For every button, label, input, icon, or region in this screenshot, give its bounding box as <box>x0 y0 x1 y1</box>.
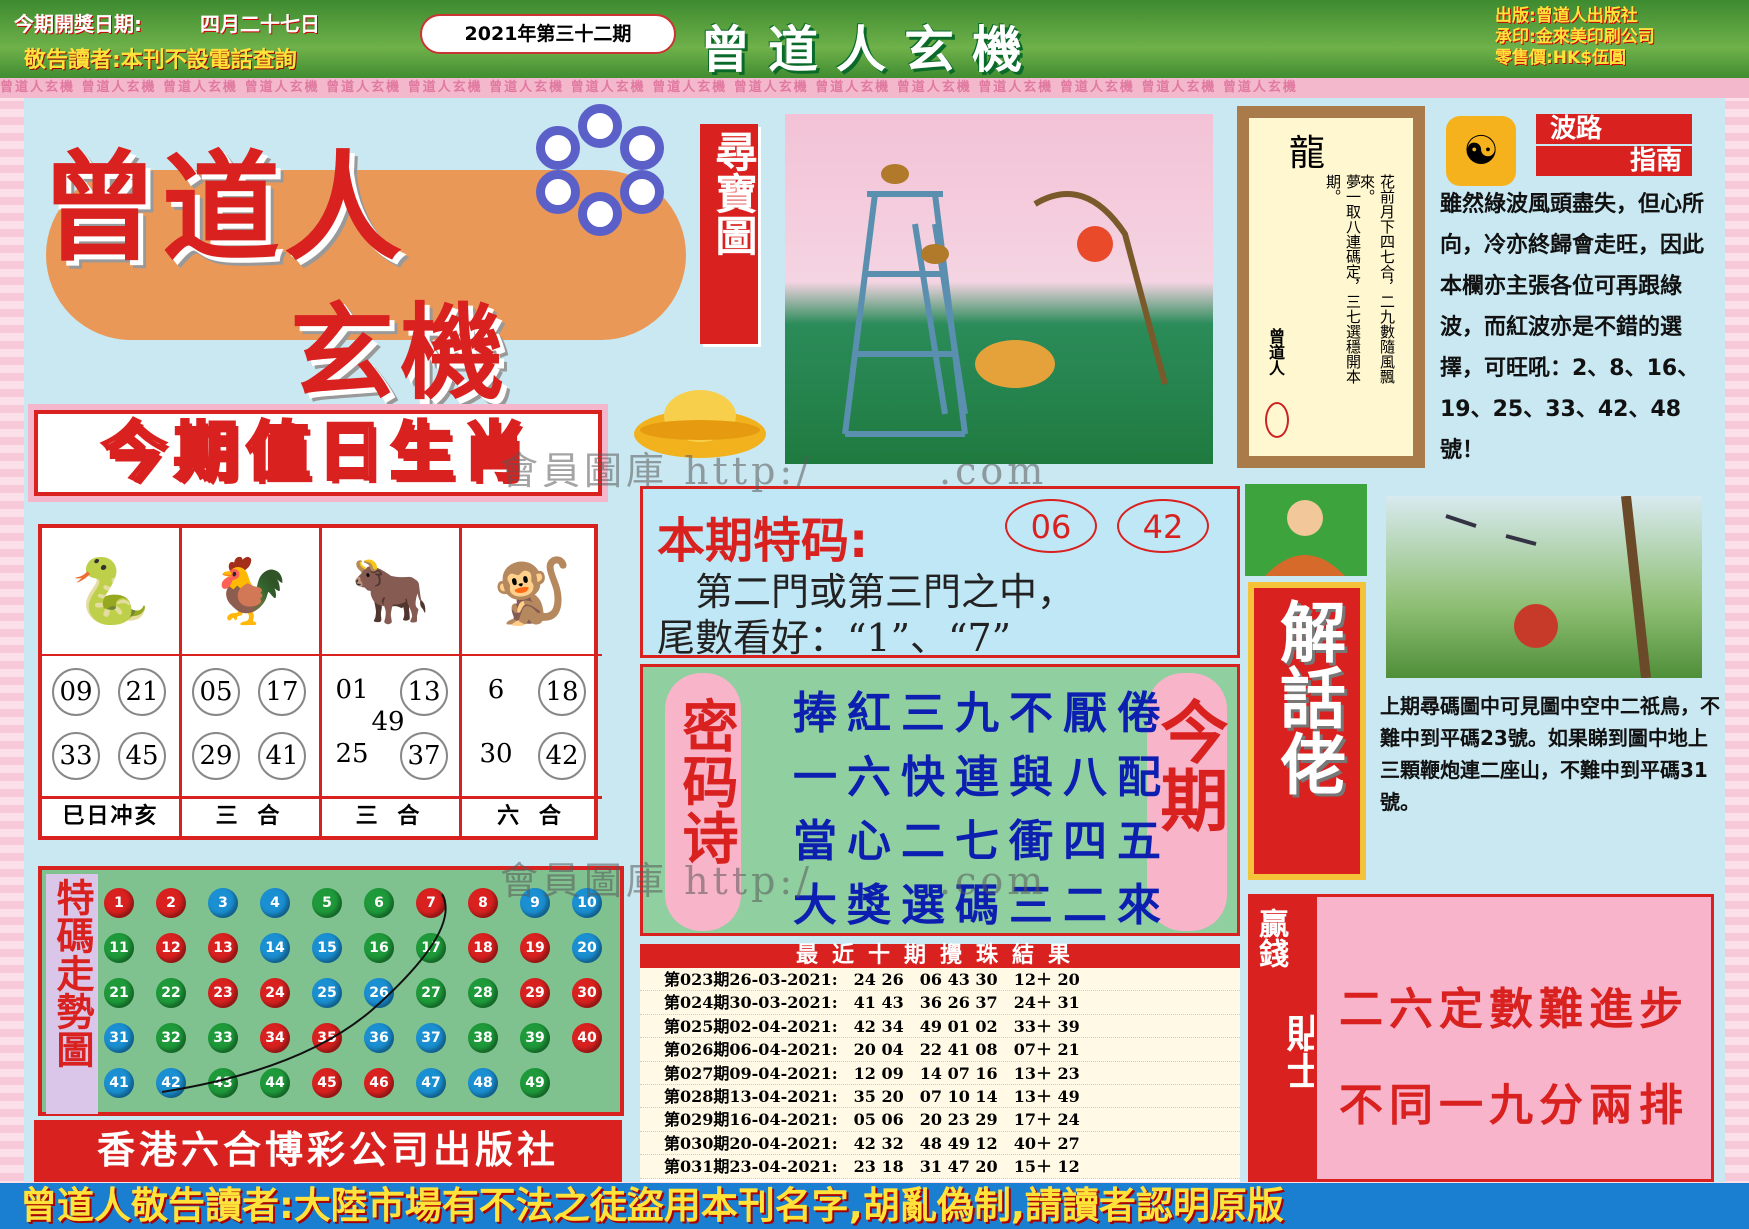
monkey-icon: 🐒 <box>462 528 602 656</box>
zodiac-number: 41 <box>258 732 306 780</box>
zodiac-col-monkey: 🐒 6 18 30 42 六 合 <box>462 528 602 836</box>
special-number-box: 本期特码: 06 42 第二門或第三門之中， 尾數看好：“1”、“7” <box>640 486 1240 661</box>
explainer-tag-label: 解話佬 <box>1269 598 1346 796</box>
history-row: 第023期26-03-2021: 24 26 06 43 30 12＋ 20 <box>640 968 1240 992</box>
tips-line1: 二六定數難進步 <box>1339 984 1689 1035</box>
zodiac-number: 05 <box>192 668 240 716</box>
scroll-title: 龍 <box>1289 133 1326 174</box>
scroll-author: 曾道人 <box>1266 328 1285 376</box>
top-title: 曾道人玄機 <box>700 21 1040 79</box>
zodiac-number: 33 <box>52 732 100 780</box>
special-number-2: 42 <box>1117 499 1209 553</box>
publisher-info: 出版:曾道人出版社 承印:金來美印刷公司 零售價:HK$伍圓 <box>1495 6 1655 69</box>
treasure-hunt-picture <box>785 114 1213 464</box>
dragon-scroll: 龍 花前月下四七合，二九數隨風飄來。 夢一取八連碼定，三七選穩開本期。 曾道人 <box>1237 106 1425 468</box>
explainer-tag: 解話佬 <box>1248 582 1366 880</box>
notice-text: 敬告讀者:本刊不設電話查詢 <box>24 48 297 73</box>
wave-tag-2: 指南 <box>1536 146 1692 176</box>
watermark-text: 會員圖庫 http:/ .com <box>500 449 1048 493</box>
explainer-tag-text: 解話佬 <box>1254 588 1360 817</box>
brand-title-line2: 玄機 <box>290 292 511 414</box>
thinker-illustration <box>1245 484 1367 576</box>
scroll-verse-2: 夢一取八連碼定，三七選穩開本期。 <box>1324 174 1362 384</box>
zodiac-number: 45 <box>118 732 166 780</box>
zodiac-col-rooster: 🐓 05 17 29 41 三 合 <box>182 528 322 836</box>
zodiac-label: 六 合 <box>462 796 602 836</box>
history-row: 第026期06-04-2021: 20 04 22 41 08 07＋ 21 <box>640 1038 1240 1062</box>
brand-title-line1: 曾道人 <box>40 139 407 277</box>
zodiac-label: 三 合 <box>322 796 459 836</box>
price-line: 零售價:HK$伍圓 <box>1495 48 1627 68</box>
draw-history: 最近十期攪珠結果 第023期26-03-2021: 24 26 06 43 30… <box>640 944 1240 1182</box>
zodiac-number: 25 <box>335 739 369 769</box>
zodiac-number: 29 <box>192 732 240 780</box>
zodiac-number: 30 <box>479 739 513 769</box>
zodiac-grid: 🐍 09 21 33 45 巳日冲亥 🐓 05 17 29 41 三 合 🐂 0… <box>38 524 602 840</box>
history-row: 第024期30-03-2021: 41 43 36 26 37 24＋ 31 <box>640 991 1240 1015</box>
history-row: 第030期20-04-2021: 42 32 48 49 12 40＋ 27 <box>640 1131 1240 1156</box>
snake-icon: 🐍 <box>42 528 179 656</box>
treasure-map-label: 尋寶圖 <box>709 130 758 256</box>
zodiac-number: 09 <box>52 668 100 716</box>
watermark-text: 會員圖庫 http:/ .com <box>500 859 1048 903</box>
tips-tag: 贏錢 貼士 <box>1248 894 1324 1182</box>
history-row: 第029期16-04-2021: 05 06 20 23 29 17＋ 24 <box>640 1108 1240 1132</box>
publisher-banner: 香港六合博彩公司出版社 <box>34 1120 622 1182</box>
history-row: 第025期02-04-2021: 42 34 49 01 02 33＋ 39 <box>640 1014 1240 1039</box>
code-poem-tag-text: 密码诗 <box>673 697 738 865</box>
seal-stamp-icon <box>1265 402 1289 438</box>
treasure-map-tag: 尋寶圖 <box>700 124 758 344</box>
special-number-1: 06 <box>1005 499 1097 553</box>
zodiac-label: 巳日冲亥 <box>42 796 179 836</box>
trend-line <box>161 893 447 1093</box>
printer-line: 承印:金來美印刷公司 <box>1495 27 1655 47</box>
wave-tag-1: 波路 <box>1536 114 1692 144</box>
zodiac-numbers: 05 17 29 41 <box>182 656 319 796</box>
zodiac-number: 37 <box>400 732 448 780</box>
poem-line: 一六快連與八配 <box>793 752 1171 803</box>
zodiac-col-ox: 🐂 01 13 49 25 37 三 合 <box>322 528 462 836</box>
tips-tag-1-text: 贏錢 <box>1253 908 1288 968</box>
zodiac-number: 18 <box>538 668 586 716</box>
zodiac-numbers: 09 21 33 45 <box>42 656 179 796</box>
scroll-verse-1: 花前月下四七合，二九數隨風飄來。 <box>1358 174 1396 384</box>
zodiac-number: 17 <box>258 668 306 716</box>
zodiac-number: 21 <box>118 668 166 716</box>
poem-line: 捧紅三九不厭倦 <box>793 688 1171 739</box>
last-issue-picture <box>1386 495 1702 679</box>
publisher-line: 出版:曾道人出版社 <box>1495 6 1638 26</box>
tips-line2: 不同一九分兩排 <box>1339 1080 1689 1131</box>
zodiac-number: 42 <box>538 732 586 780</box>
zodiac-label: 三 合 <box>182 796 319 836</box>
issue-badge: 2021年第三十二期 <box>420 14 676 54</box>
rooster-icon: 🐓 <box>182 528 319 656</box>
brand-strip: 曾道人玄機 曾道人玄機 曾道人玄機 曾道人玄機 曾道人玄機 曾道人玄機 曾道人玄… <box>0 78 1749 98</box>
history-row: 第028期13-04-2021: 35 20 07 10 14 13＋ 49 <box>640 1084 1240 1109</box>
zodiac-numbers: 01 13 49 25 37 <box>322 656 459 796</box>
history-title: 最近十期攪珠結果 <box>640 944 1240 968</box>
special-hint: 第二門或第三門之中， 尾數看好：“1”、“7” <box>657 569 1075 661</box>
special-title: 本期特码: <box>657 513 869 569</box>
draw-date-label: 今期開獎日期: <box>14 12 142 36</box>
special-hint-line2: 尾數看好：“1”、“7” <box>657 616 1012 660</box>
ox-icon: 🐂 <box>322 528 459 656</box>
history-row: 第027期09-04-2021: 12 09 14 07 16 13＋ 23 <box>640 1061 1240 1085</box>
explainer-text: 上期尋碼圖中可見圖中空中二祇鳥，不難中到平碼23號。如果睇到圖中地上三顆鞭炮連二… <box>1380 694 1720 814</box>
tips-box: 二六定數難進步 不同一九分兩排 <box>1314 894 1714 1182</box>
tips-tag-1: 贏錢 <box>1248 908 1288 977</box>
wave-guide: ☯ 波路 指南 雖然綠波風頭盡失，但心所向，冷亦終歸會走旺，因此本欄亦主張各位可… <box>1440 112 1710 463</box>
special-hint-line1: 第二門或第三門之中， <box>657 570 1076 614</box>
history-row: 第031期23-04-2021: 23 18 31 47 20 15＋ 12 <box>640 1155 1240 1179</box>
zodiac-numbers: 6 18 30 42 <box>462 656 602 796</box>
tips-tag-2: 貼士 <box>1280 1014 1324 1099</box>
wave-guide-text: 雖然綠波風頭盡失，但心所向，冷亦終歸會走旺，因此本欄亦主張各位可再跟綠波，而紅波… <box>1440 192 1705 463</box>
zodiac-col-snake: 🐍 09 21 33 45 巳日冲亥 <box>42 528 182 836</box>
bagua-icon: ☯ <box>1446 116 1516 186</box>
footer-notice: 曾道人敬告讀者:大陸市場有不法之徒盜用本刊名字,胡亂偽制,請讀者認明原版 <box>0 1183 1749 1229</box>
draw-date: 四月二十七日 <box>200 12 320 36</box>
zodiac-number: 6 <box>487 675 505 705</box>
